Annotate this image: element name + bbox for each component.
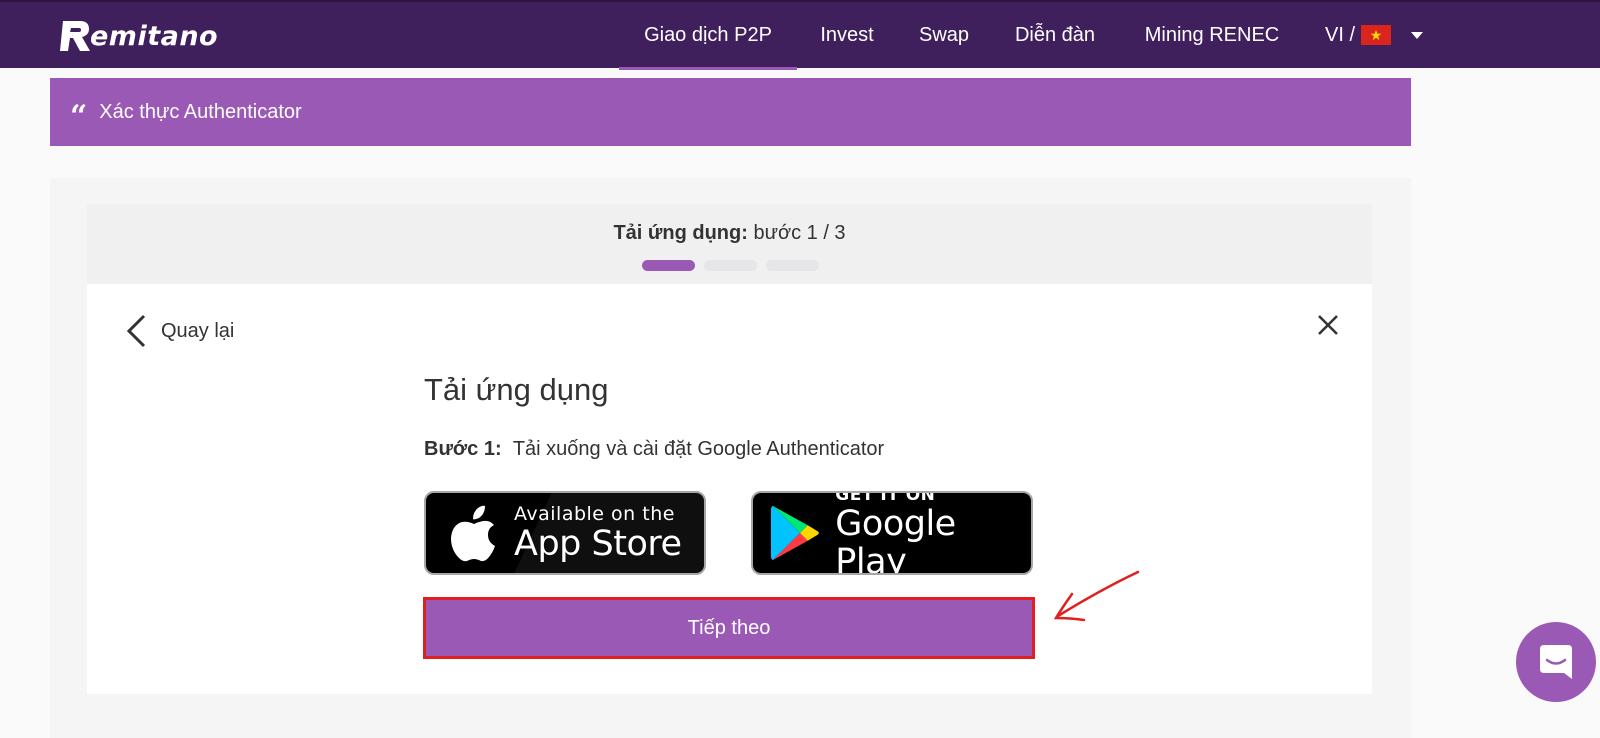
quote-icon: “ bbox=[70, 99, 88, 134]
nav-invest[interactable]: Invest bbox=[808, 2, 886, 68]
chat-support-button[interactable] bbox=[1516, 622, 1596, 702]
nav-mining[interactable]: Mining RENEC bbox=[1130, 2, 1294, 68]
remitano-logo[interactable]: emitano bbox=[60, 16, 218, 56]
vietnam-flag-icon: ★ bbox=[1361, 25, 1392, 45]
nav-p2p[interactable]: Giao dịch P2P bbox=[619, 2, 797, 70]
next-button[interactable]: Tiếp theo bbox=[423, 597, 1035, 659]
step-number-label: Bước 1: bbox=[424, 438, 502, 460]
progress-segment-2 bbox=[704, 260, 757, 271]
nav-p2p-label: Giao dịch P2P bbox=[644, 24, 772, 46]
nav-mining-label: Mining RENEC bbox=[1144, 24, 1280, 46]
caret-down-icon bbox=[1411, 31, 1424, 39]
google-play-big-text: Google Play bbox=[835, 504, 956, 575]
step-value: bước 1 / 3 bbox=[753, 222, 846, 244]
step-panel: Quay lại Tải ứng dụng Bước 1: Tải xuống … bbox=[87, 284, 1372, 694]
apple-icon bbox=[451, 505, 495, 562]
language-selector[interactable]: VI / ★ bbox=[1325, 2, 1425, 68]
back-label: Quay lại bbox=[161, 319, 235, 342]
annotation-arrow-icon bbox=[1053, 570, 1140, 622]
step-instruction-text: Tải xuống và cài đặt Google Authenticato… bbox=[512, 438, 885, 460]
progress-segment-1 bbox=[642, 260, 695, 271]
page-banner: “ Xác thực Authenticator bbox=[50, 78, 1411, 146]
back-button[interactable]: Quay lại bbox=[125, 314, 234, 348]
logo-r-icon bbox=[60, 21, 90, 51]
nav-swap[interactable]: Swap bbox=[908, 2, 980, 68]
progress-segment-3 bbox=[766, 260, 819, 271]
nav-forum[interactable]: Diễn đàn bbox=[1003, 2, 1107, 68]
app-store-button[interactable]: Available on the App Store bbox=[424, 491, 706, 575]
chat-icon bbox=[1540, 645, 1572, 679]
chevron-left-icon bbox=[126, 314, 146, 348]
close-icon bbox=[1318, 315, 1338, 335]
step-progress bbox=[642, 260, 819, 271]
nav-swap-label: Swap bbox=[918, 24, 970, 46]
google-play-small-text: GET IT ON bbox=[835, 491, 936, 505]
google-play-icon bbox=[770, 505, 819, 561]
close-button[interactable] bbox=[1315, 312, 1341, 343]
nav-invest-label: Invest bbox=[820, 24, 874, 46]
language-label: VI / bbox=[1325, 24, 1356, 46]
nav-forum-label: Diễn đàn bbox=[1014, 24, 1096, 46]
step-header: Tải ứng dụng: bước 1 / 3 bbox=[87, 204, 1372, 284]
top-navbar: emitano Giao dịch P2P Invest Swap Diễn đ… bbox=[0, 0, 1600, 70]
google-play-button[interactable]: GET IT ON Google Play bbox=[751, 491, 1033, 575]
panel-title: Tải ứng dụng bbox=[424, 372, 609, 407]
step-instruction: Bước 1: Tải xuống và cài đặt Google Auth… bbox=[424, 438, 884, 461]
banner-title: Xác thực Authenticator bbox=[99, 100, 302, 123]
logo-text: emitano bbox=[90, 20, 219, 52]
step-indicator-text: Tải ứng dụng: bước 1 / 3 bbox=[87, 222, 1372, 245]
next-button-label: Tiếp theo bbox=[687, 616, 771, 639]
step-label: Tải ứng dụng: bbox=[613, 222, 748, 244]
